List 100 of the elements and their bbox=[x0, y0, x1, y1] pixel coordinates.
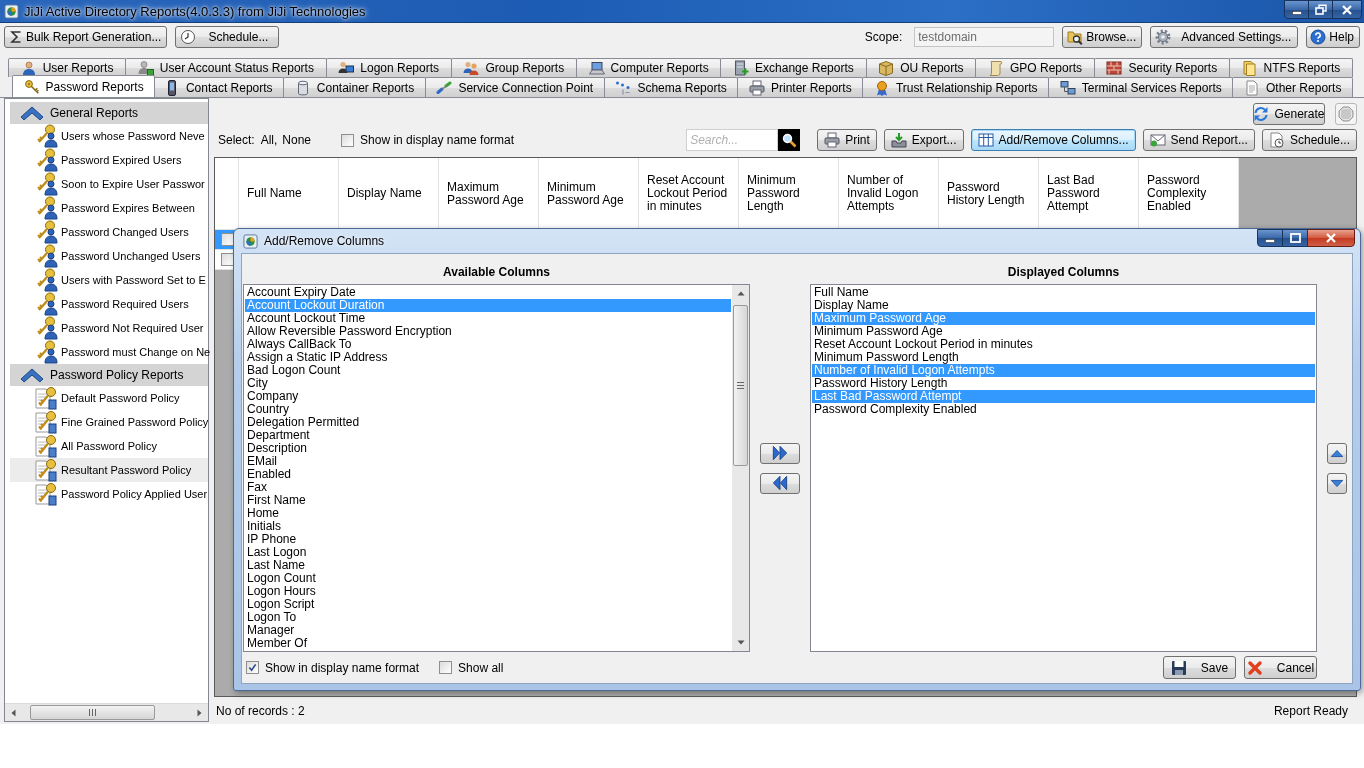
list-item[interactable]: Country bbox=[245, 403, 731, 416]
scrollbar-thumb[interactable] bbox=[30, 705, 155, 720]
tab[interactable]: User Reports bbox=[8, 58, 127, 77]
checkbox-label[interactable]: Show in display name format bbox=[265, 660, 420, 675]
list-item[interactable]: Member Of bbox=[245, 637, 731, 650]
list-item[interactable]: Enabled bbox=[245, 468, 731, 481]
restore-button[interactable] bbox=[1308, 0, 1333, 19]
move-left-button[interactable] bbox=[760, 472, 800, 494]
save-button[interactable]: Save bbox=[1163, 656, 1236, 679]
list-item[interactable]: Logon To bbox=[245, 611, 731, 624]
tab[interactable]: OU Reports bbox=[865, 58, 977, 77]
sidebar-item[interactable]: Password Expires Between bbox=[10, 196, 208, 220]
sidebar-item[interactable]: All Password Policy bbox=[10, 434, 208, 458]
column-header[interactable]: Password History Length bbox=[939, 158, 1039, 230]
tab[interactable]: Service Connection Point bbox=[424, 77, 605, 97]
list-item[interactable]: Reset Account Lockout Period in minutes bbox=[812, 338, 1315, 351]
select-link[interactable]: All, bbox=[260, 133, 278, 147]
scrollbar-thumb[interactable] bbox=[733, 305, 748, 466]
vertical-scrollbar[interactable] bbox=[732, 285, 749, 651]
tab[interactable]: Security Reports bbox=[1093, 58, 1230, 77]
list-box[interactable] bbox=[243, 284, 750, 652]
tab[interactable]: GPO Reports bbox=[975, 58, 1095, 77]
move-up-button[interactable] bbox=[1327, 442, 1347, 464]
column-header[interactable]: Display Name bbox=[339, 158, 439, 230]
list-item[interactable]: Password Complexity Enabled bbox=[812, 403, 1315, 416]
list-item[interactable]: Allow Reversible Password Encryption bbox=[245, 325, 731, 338]
sidebar-item[interactable]: Password Policy Applied User bbox=[10, 482, 208, 506]
schedule-button[interactable]: Schedule... bbox=[175, 26, 280, 48]
list-item[interactable]: Company bbox=[245, 390, 731, 403]
tab[interactable]: User Account Status Reports bbox=[125, 58, 327, 77]
close-button[interactable] bbox=[1307, 229, 1355, 247]
tab[interactable]: NTFS Reports bbox=[1228, 58, 1353, 77]
minimize-button[interactable] bbox=[1257, 229, 1283, 247]
tab[interactable]: Container Reports bbox=[283, 77, 426, 97]
list-item[interactable]: Always CallBack To bbox=[245, 338, 731, 351]
column-header[interactable]: Password Complexity Enabled bbox=[1139, 158, 1239, 230]
list-item[interactable]: Password History Length bbox=[812, 377, 1315, 390]
list-item[interactable]: Full Name bbox=[812, 286, 1315, 299]
checkbox[interactable] bbox=[341, 133, 355, 147]
column-header[interactable]: Full Name bbox=[239, 158, 339, 230]
list-item[interactable]: Bad Logon Count bbox=[245, 364, 731, 377]
list-item[interactable]: Description bbox=[245, 442, 731, 455]
action-button[interactable]: Send Report... bbox=[1142, 129, 1255, 151]
list-item[interactable]: Account Expiry Date bbox=[245, 286, 731, 299]
checkbox[interactable] bbox=[439, 661, 453, 674]
select-link[interactable]: None bbox=[282, 133, 312, 147]
action-button[interactable]: Schedule... bbox=[1261, 129, 1357, 151]
list-item[interactable]: Assign a Static IP Address bbox=[245, 351, 731, 364]
sidebar-item[interactable]: Password Expired Users bbox=[10, 148, 208, 172]
action-button[interactable]: Export... bbox=[883, 129, 964, 151]
horizontal-scrollbar[interactable] bbox=[5, 703, 208, 721]
list-item[interactable]: Minimum Password Length bbox=[812, 351, 1315, 364]
group-header[interactable]: General Reports bbox=[10, 102, 208, 124]
list-item[interactable]: Logon Script bbox=[245, 598, 731, 611]
cancel-button[interactable]: Cancel bbox=[1244, 656, 1317, 679]
list-item[interactable]: Display Name bbox=[812, 299, 1315, 312]
sidebar-item[interactable]: Users with Password Set to E bbox=[10, 268, 208, 292]
sidebar-item[interactable]: Password must Change on Ne bbox=[10, 340, 208, 364]
minimize-button[interactable] bbox=[1284, 0, 1309, 19]
checkbox[interactable] bbox=[220, 233, 234, 246]
sidebar-item[interactable]: Resultant Password Policy bbox=[10, 458, 208, 482]
bulk-report-button[interactable]: Bulk Report Generation... bbox=[4, 26, 168, 48]
generate-button[interactable]: Generate bbox=[1253, 103, 1325, 125]
list-item[interactable]: Last Logon bbox=[245, 546, 731, 559]
column-header[interactable]: Last Bad Password Attempt bbox=[1039, 158, 1139, 230]
tab[interactable]: Computer Reports bbox=[575, 58, 722, 77]
group-header[interactable]: Password Policy Reports bbox=[10, 364, 208, 386]
checkbox[interactable] bbox=[246, 661, 259, 674]
move-down-button[interactable] bbox=[1327, 472, 1347, 494]
list-item[interactable]: Minimum Password Age bbox=[812, 325, 1315, 338]
help-button[interactable]: Help bbox=[1306, 26, 1360, 48]
sidebar-item[interactable]: Password Required Users bbox=[10, 292, 208, 316]
action-button[interactable]: Add/Remove Columns... bbox=[970, 129, 1136, 151]
list-item[interactable]: Home bbox=[245, 507, 731, 520]
checkbox-label[interactable]: Show all bbox=[458, 660, 504, 675]
sidebar-item[interactable]: Password Unchanged Users bbox=[10, 244, 208, 268]
list-item[interactable]: IP Phone bbox=[245, 533, 731, 546]
column-header[interactable]: Minimum Password Age bbox=[539, 158, 639, 230]
tab[interactable]: Terminal Services Reports bbox=[1048, 77, 1234, 97]
search-field[interactable]: Search... bbox=[686, 129, 779, 151]
list-item[interactable]: First Name bbox=[245, 494, 731, 507]
column-header[interactable]: Minimum Password Length bbox=[739, 158, 839, 230]
list-item[interactable]: Logon Count bbox=[245, 572, 731, 585]
list-item[interactable]: Last Name bbox=[245, 559, 731, 572]
tab[interactable]: Contact Reports bbox=[152, 77, 285, 97]
list-item[interactable]: Fax bbox=[245, 481, 731, 494]
sidebar-item[interactable]: Default Password Policy bbox=[10, 386, 208, 410]
tab[interactable]: Other Reports bbox=[1232, 77, 1353, 97]
list-item[interactable]: Account Lockout Time bbox=[245, 312, 731, 325]
column-header[interactable]: Maximum Password Age bbox=[439, 158, 539, 230]
tab[interactable]: Trust Relationship Reports bbox=[862, 77, 1050, 97]
tab[interactable]: Password Reports bbox=[12, 75, 156, 97]
sidebar-item[interactable]: Users whose Password Neve bbox=[10, 124, 208, 148]
list-item[interactable]: Initials bbox=[245, 520, 731, 533]
tab[interactable]: Exchange Reports bbox=[720, 58, 867, 77]
tab[interactable]: Printer Reports bbox=[737, 77, 864, 97]
tab[interactable]: Schema Reports bbox=[603, 77, 739, 97]
sidebar-item[interactable]: Password Not Required User bbox=[10, 316, 208, 340]
list-item[interactable]: Department bbox=[245, 429, 731, 442]
search-button[interactable] bbox=[778, 129, 801, 151]
